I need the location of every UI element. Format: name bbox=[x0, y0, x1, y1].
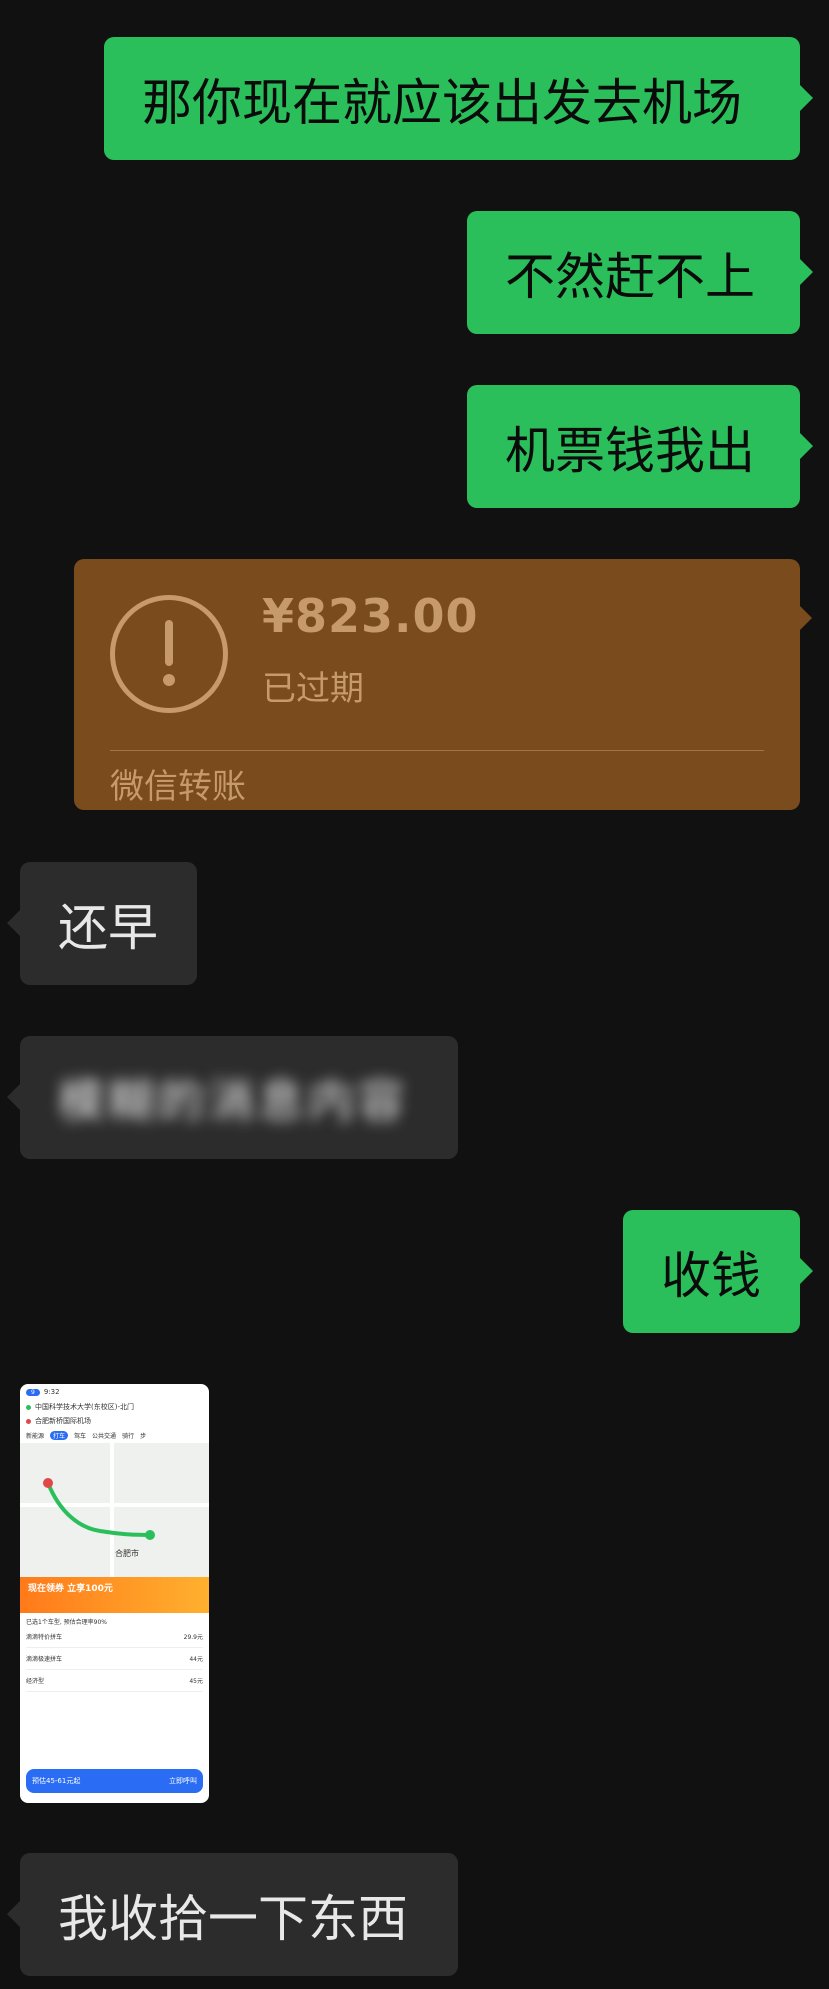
transfer-label: 微信转账 bbox=[110, 767, 246, 807]
thumb-pill: 9 bbox=[26, 1388, 40, 1396]
transfer-amount: ¥823.00 bbox=[262, 589, 479, 643]
bubble-tail bbox=[7, 910, 20, 936]
thumb-footer-button: 立即呼叫 bbox=[169, 1777, 197, 1785]
bubble-tail bbox=[800, 85, 813, 111]
message-bubble-received-blurred[interactable]: 模糊的消息内容 bbox=[20, 1036, 458, 1159]
message-text: 收钱 bbox=[661, 1246, 761, 1305]
thumb-list: 已选1个车型, 预估合理率90% 滴滴特价拼车 29.9元 滴滴极速拼车 44元… bbox=[20, 1613, 209, 1696]
thumb-tab: 新能源 bbox=[26, 1433, 45, 1440]
thumb-tab: 驾车 bbox=[74, 1433, 87, 1440]
bubble-tail bbox=[800, 606, 812, 630]
transfer-card[interactable]: ¥823.00 已过期 微信转账 bbox=[74, 559, 800, 810]
thumb-item-price: 29.9元 bbox=[183, 1634, 203, 1641]
thumb-progress-text: 已选1个车型, 预估合理率90% bbox=[26, 1619, 107, 1626]
message-text: 不然赶不上 bbox=[505, 247, 755, 306]
thumb-list-item: 经济型 45元 bbox=[26, 1670, 203, 1692]
thumb-destination: 合肥新桥国际机场 bbox=[35, 1417, 91, 1425]
thumb-list-item: 滴滴极速拼车 44元 bbox=[26, 1648, 203, 1670]
bubble-tail bbox=[800, 1258, 813, 1284]
thumb-map: 合肥市 bbox=[20, 1443, 209, 1577]
thumb-item-price: 44元 bbox=[189, 1656, 203, 1663]
thumb-tabs: 新能源 打车 驾车 公共交通 骑行 步 bbox=[20, 1428, 209, 1443]
thumb-tab: 骑行 bbox=[122, 1433, 135, 1440]
message-text: 那你现在就应该出发去机场 bbox=[142, 73, 742, 132]
message-bubble-received[interactable]: 我收拾一下东西 bbox=[20, 1853, 458, 1976]
thumb-banner: 现在领券 立享100元 bbox=[20, 1577, 209, 1613]
message-bubble-received[interactable]: 还早 bbox=[20, 862, 197, 985]
transfer-status: 已过期 bbox=[262, 669, 364, 709]
thumb-origin: 中国科学技术大学(东校区)-北门 bbox=[35, 1403, 134, 1411]
exclamation-icon bbox=[110, 595, 228, 713]
thumb-item-name: 经济型 bbox=[26, 1678, 45, 1685]
origin-dot-icon bbox=[26, 1404, 31, 1410]
thumb-item-name: 滴滴特价拼车 bbox=[26, 1634, 63, 1641]
divider bbox=[110, 750, 764, 751]
thumb-tab: 公共交通 bbox=[92, 1433, 117, 1440]
thumb-footer-price: 预估45-61元起 bbox=[32, 1777, 81, 1785]
message-text: 我收拾一下东西 bbox=[58, 1889, 408, 1948]
thumb-city: 合肥市 bbox=[115, 1549, 139, 1558]
destination-dot-icon bbox=[26, 1418, 31, 1424]
thumb-origin-row: 中国科学技术大学(东校区)-北门 bbox=[20, 1400, 209, 1414]
image-message-thumbnail[interactable]: 9 9:32 中国科学技术大学(东校区)-北门 合肥新桥国际机场 新能源 打车 … bbox=[20, 1384, 209, 1803]
thumb-destination-row: 合肥新桥国际机场 bbox=[20, 1414, 209, 1428]
message-bubble-sent[interactable]: 不然赶不上 bbox=[467, 211, 800, 334]
thumb-status-bar: 9 9:32 bbox=[20, 1384, 209, 1400]
thumb-item-price: 45元 bbox=[189, 1678, 203, 1685]
bubble-tail bbox=[7, 1084, 20, 1110]
blurred-message-text: 模糊的消息内容 bbox=[58, 1073, 408, 1128]
thumb-item-name: 滴滴极速拼车 bbox=[26, 1656, 63, 1663]
thumb-footer: 预估45-61元起 立即呼叫 bbox=[26, 1769, 203, 1793]
thumb-tab-active: 打车 bbox=[50, 1431, 69, 1440]
bubble-tail bbox=[800, 259, 813, 285]
message-bubble-sent[interactable]: 机票钱我出 bbox=[467, 385, 800, 508]
bubble-tail bbox=[800, 433, 813, 459]
bubble-tail bbox=[7, 1901, 20, 1927]
message-bubble-sent[interactable]: 收钱 bbox=[623, 1210, 800, 1333]
thumb-list-item: 滴滴特价拼车 29.9元 bbox=[26, 1626, 203, 1648]
message-text: 还早 bbox=[58, 898, 158, 957]
thumb-tab: 步 bbox=[140, 1433, 147, 1440]
message-text: 机票钱我出 bbox=[505, 421, 755, 480]
message-bubble-sent[interactable]: 那你现在就应该出发去机场 bbox=[104, 37, 800, 160]
